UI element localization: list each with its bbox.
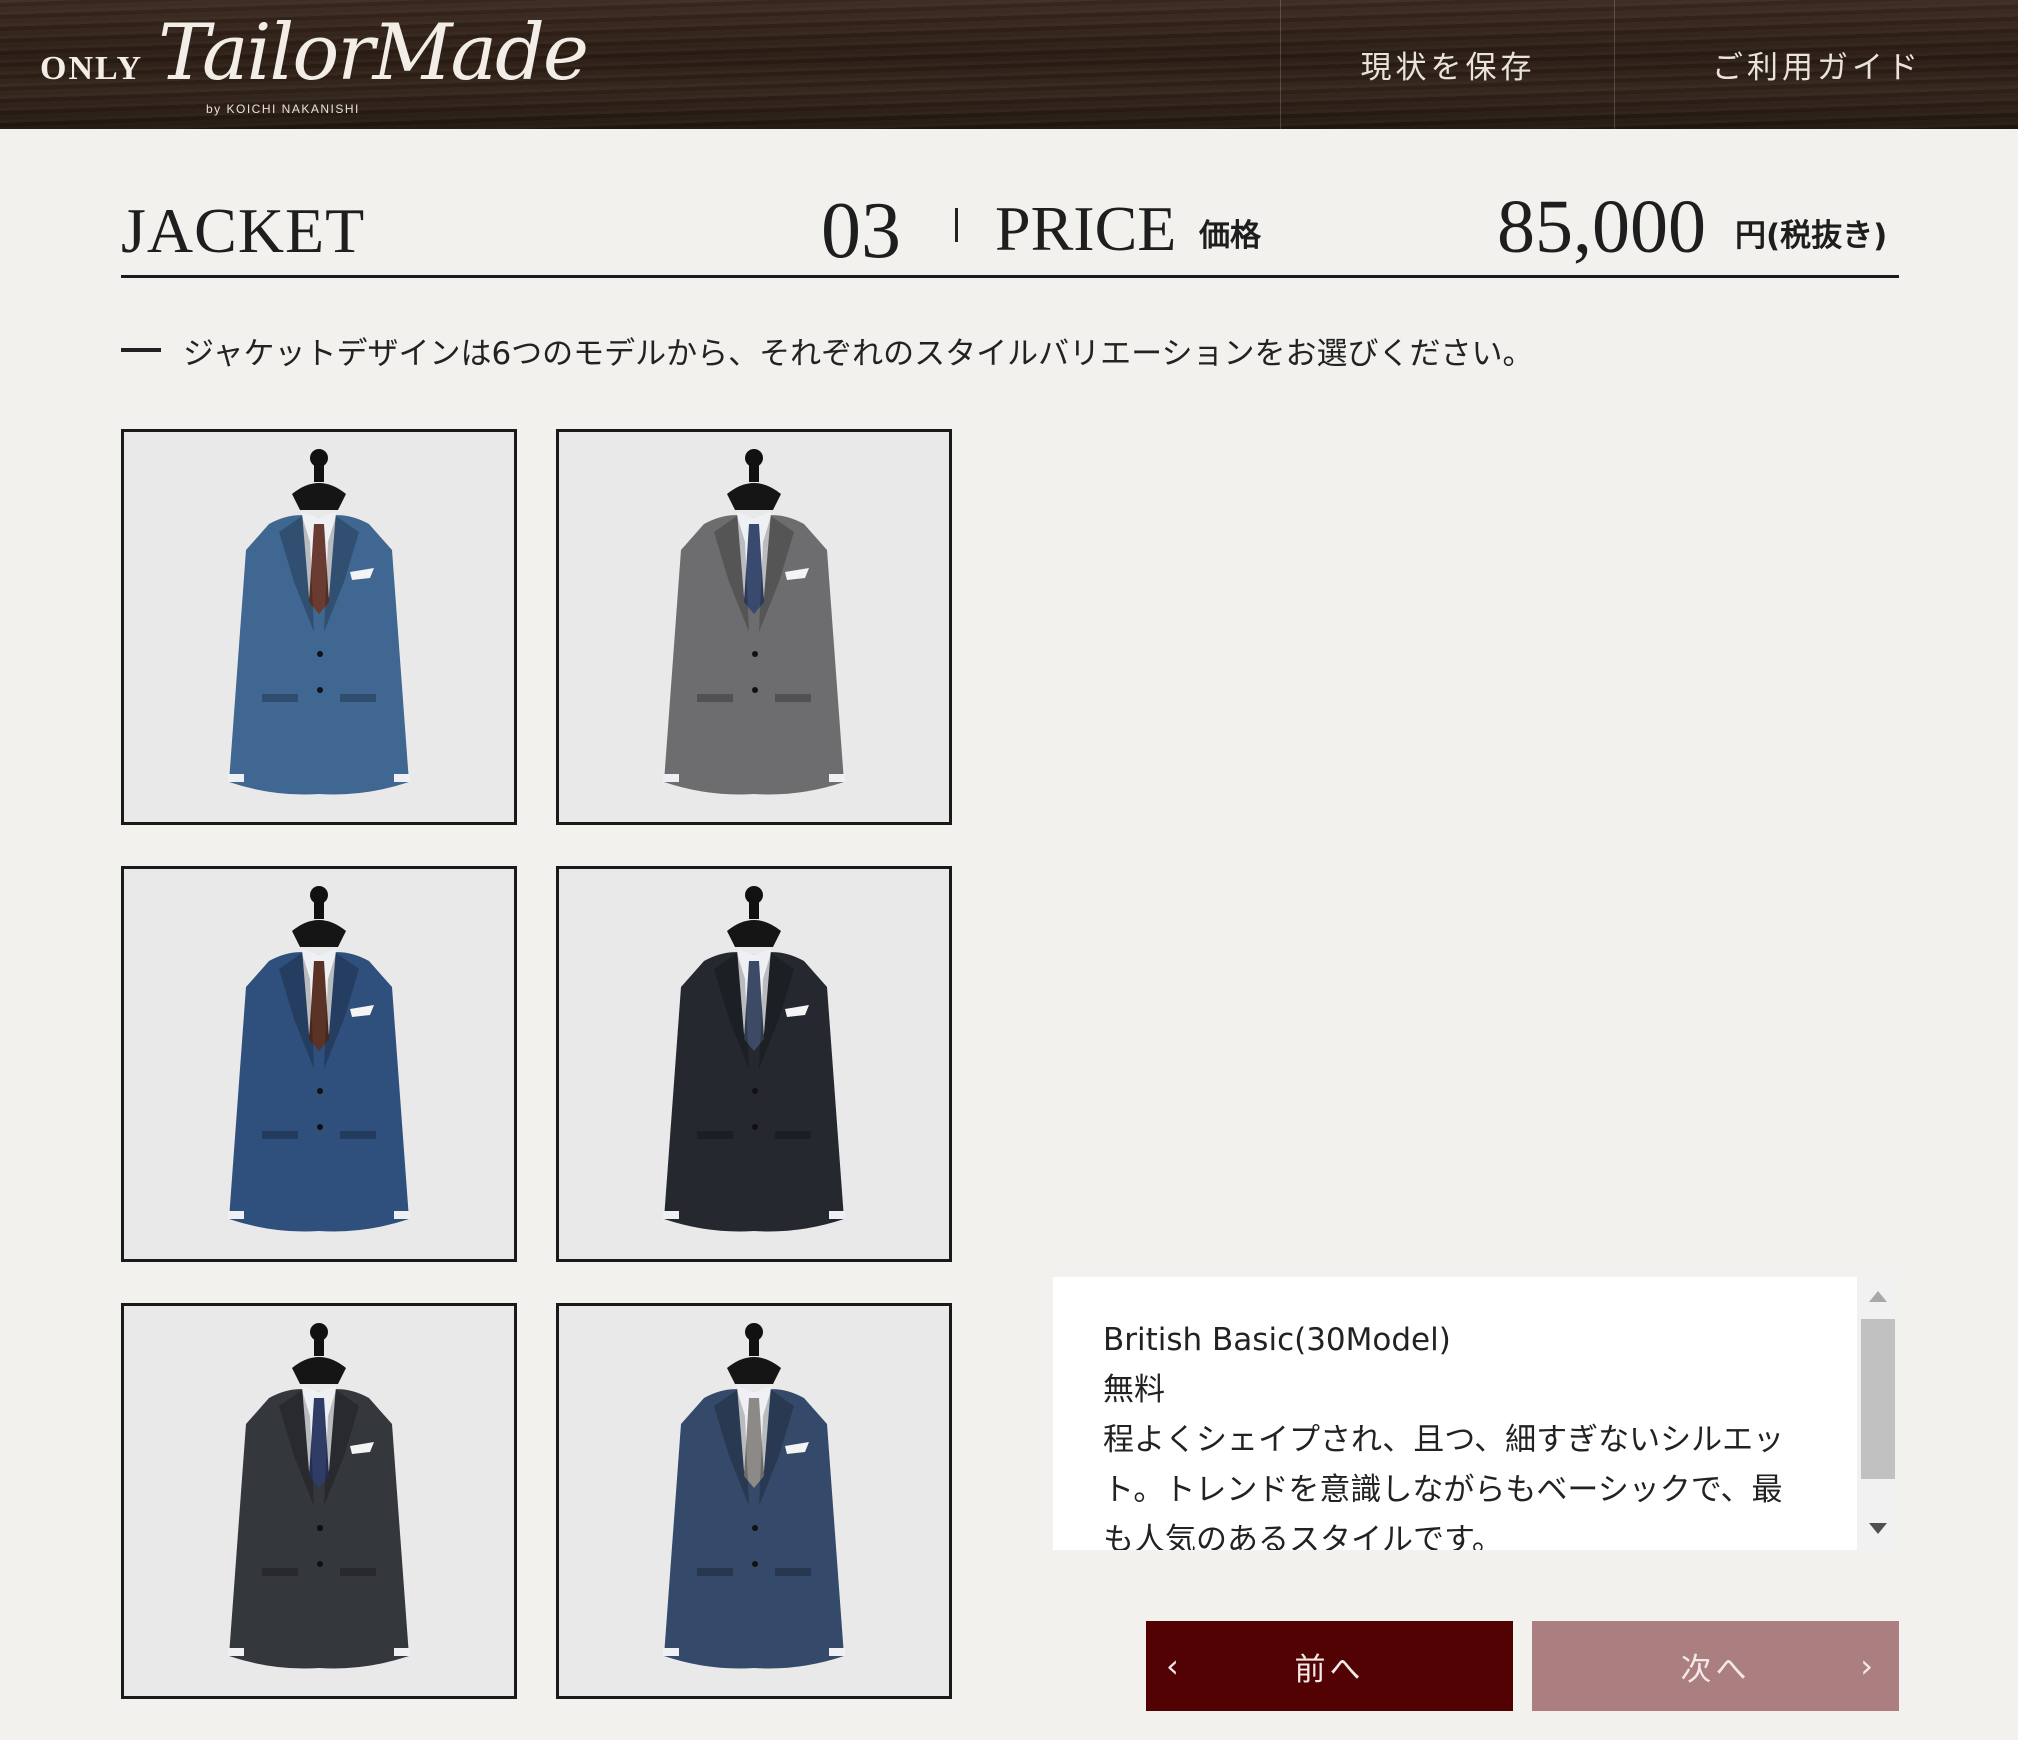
instruction-text: ジャケットデザインは6つのモデルから、それぞれのスタイルバリエーションをお選びく… [183, 335, 1534, 372]
section-title: JACKET [121, 195, 366, 266]
logo-only-text: ONLY [40, 50, 144, 87]
step-number: 03 [821, 187, 901, 275]
only-tailor-made-logo[interactable]: ONLY TailorMade by KOICHI NAKANISHI [40, 8, 589, 120]
scroll-up-arrow-icon[interactable] [1869, 1291, 1887, 1302]
chevron-right-icon: › [1860, 1647, 1877, 1685]
jacket-navy-stripe-photo [124, 869, 514, 1259]
price-value: 85,000 [1497, 185, 1706, 269]
jacket-windowpane-check-photo [124, 1306, 514, 1696]
scroll-down-arrow-icon[interactable] [1869, 1523, 1887, 1534]
model-description-text: British Basic(30Model) 無料 程よくシェイプされ、且つ、細… [1103, 1315, 1803, 1550]
model-name: British Basic(30Model) [1103, 1322, 1451, 1358]
jacket-model-option[interactable] [121, 866, 517, 1262]
instruction-dash [121, 348, 161, 352]
logo-byline: by KOICHI NAKANISHI [206, 102, 360, 116]
next-button[interactable]: 次へ › [1532, 1621, 1899, 1711]
price-label: PRICE [995, 193, 1177, 264]
jacket-grey-herringbone-photo [559, 432, 949, 822]
price-label-jp: 価格 [1199, 218, 1261, 254]
jacket-model-option[interactable] [121, 429, 517, 825]
step-divider [955, 208, 958, 242]
next-button-label: 次へ [1680, 1651, 1751, 1688]
usage-guide-button[interactable]: ご利用ガイド [1614, 0, 2018, 129]
scroll-thumb[interactable] [1861, 1319, 1895, 1479]
description-scrollbar[interactable] [1858, 1277, 1898, 1550]
save-state-button[interactable]: 現状を保存 [1280, 0, 1615, 129]
logo-script-text: TailorMade [158, 8, 589, 98]
title-bar: JACKET 03 PRICE 価格 85,000 円(税抜き) [121, 180, 1899, 278]
jacket-model-option[interactable] [121, 1303, 517, 1699]
model-price: 無料 [1103, 1372, 1165, 1408]
jacket-blue-pinstripe-photo [124, 432, 514, 822]
header-bar: ONLY TailorMade by KOICHI NAKANISHI 現状を保… [0, 0, 2018, 129]
instruction: ジャケットデザインは6つのモデルから、それぞれのスタイルバリエーションをお選びく… [121, 330, 1534, 372]
chevron-left-icon: ‹ [1166, 1647, 1183, 1685]
jacket-model-option[interactable] [556, 1303, 952, 1699]
jacket-model-option[interactable] [556, 429, 952, 825]
jacket-blue-black-photo [559, 1306, 949, 1696]
model-body: 程よくシェイプされ、且つ、細すぎないシルエット。トレンドを意識しながらもベーシッ… [1103, 1422, 1785, 1550]
jacket-model-option[interactable] [556, 866, 952, 1262]
model-description-panel[interactable]: British Basic(30Model) 無料 程よくシェイプされ、且つ、細… [1053, 1277, 1857, 1550]
price-unit: 円(税抜き) [1735, 218, 1888, 254]
prev-button-label: 前へ [1294, 1651, 1365, 1688]
jacket-charcoal-grey-photo [559, 869, 949, 1259]
prev-button[interactable]: ‹ 前へ [1146, 1621, 1513, 1711]
